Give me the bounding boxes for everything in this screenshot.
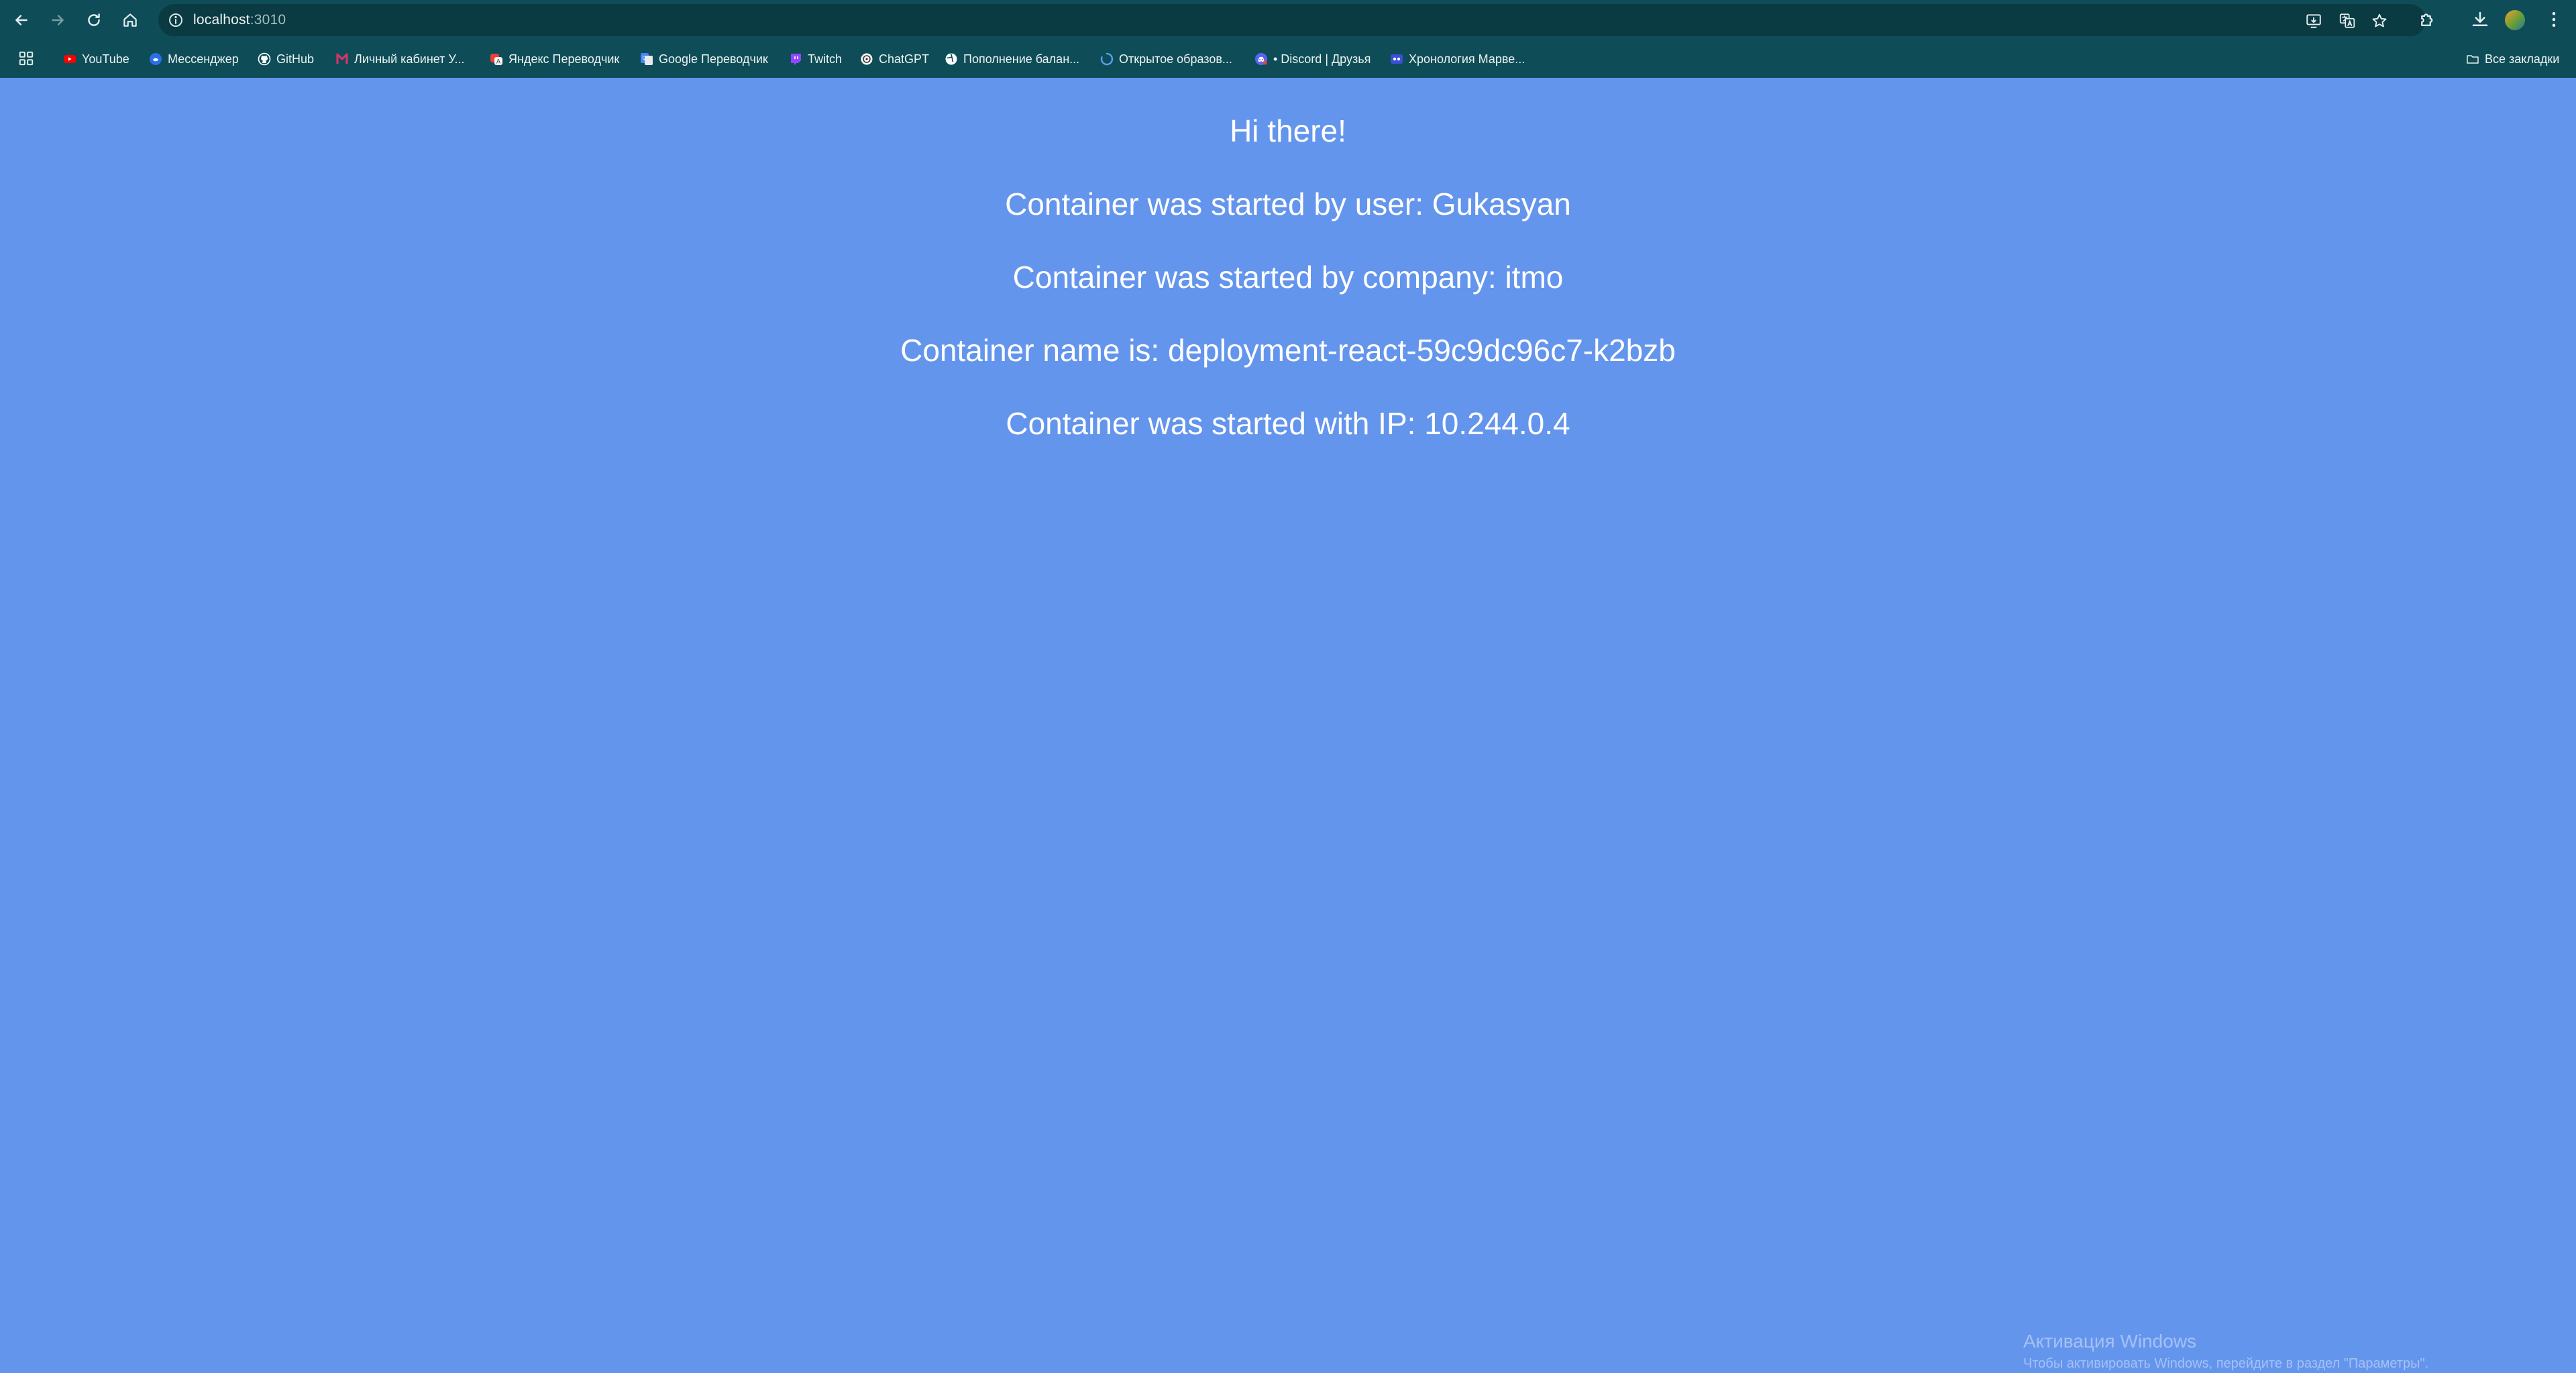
bookmark-discord[interactable]: • Discord | Друзья <box>1254 47 1371 71</box>
company-info-text: Container was started by company: itmo <box>1012 260 1564 295</box>
twitch-icon <box>789 52 802 66</box>
back-icon[interactable] <box>7 5 36 35</box>
bookmark-chatgpt[interactable]: ChatGPT <box>860 47 929 71</box>
user-info-text: Container was started by user: Gukasyan <box>1005 187 1571 221</box>
activation-subtitle: Чтобы активировать Windows, перейдите в … <box>2023 1356 2429 1371</box>
globe-icon <box>945 52 958 66</box>
bookmark-google-translate[interactable]: G Google Переводчик <box>640 47 768 71</box>
bookmark-youtube[interactable]: YouTube <box>63 47 129 71</box>
activation-title: Активация Windows <box>2023 1331 2197 1352</box>
folder-icon <box>2466 52 2479 66</box>
reload-icon[interactable] <box>79 5 109 35</box>
windows-activation-watermark: Активация Windows Чтобы активировать Win… <box>2023 1330 2428 1373</box>
bookmark-label: Google Переводчик <box>659 52 768 66</box>
yandex-translate-icon: A <box>490 52 503 66</box>
info-icon[interactable] <box>168 12 184 28</box>
address-bar[interactable]: localhost:3010 <box>158 4 2426 36</box>
bookmark-marvel[interactable]: Хронология Марве... <box>1390 47 1525 71</box>
forward-icon[interactable] <box>43 5 72 35</box>
bookmark-label: Хронология Марве... <box>1409 52 1525 66</box>
marvel-icon <box>1390 52 1403 66</box>
loading-icon <box>1100 52 1114 66</box>
translate-icon[interactable] <box>2339 12 2356 30</box>
avatar[interactable] <box>2505 10 2525 30</box>
bookmark-label: • Discord | Друзья <box>1273 52 1371 66</box>
bookmarks-bar: YouTube Мессенджер GitHub Личный кабинет… <box>0 40 2576 78</box>
all-bookmarks-label: Все закладки <box>2485 52 2560 66</box>
bookmark-label: Мессенджер <box>168 52 239 66</box>
menu-icon[interactable] <box>2544 9 2564 30</box>
bookmark-label: GitHub <box>276 52 315 66</box>
bookmark-label: Открытое образов... <box>1119 52 1232 66</box>
container-name-text: Container name is: deployment-react-59c9… <box>900 333 1676 368</box>
bookmark-label: ChatGPT <box>879 52 930 66</box>
bookmark-github[interactable]: GitHub <box>258 47 314 71</box>
svg-text:A: A <box>496 59 501 66</box>
cabinet-icon <box>335 52 349 66</box>
install-app-icon[interactable] <box>2305 12 2322 30</box>
chatgpt-icon <box>860 52 873 66</box>
all-bookmarks-button[interactable]: Все закладки <box>2466 47 2559 71</box>
youtube-icon <box>63 52 76 66</box>
url-text[interactable]: localhost:3010 <box>193 4 286 36</box>
bookmark-label: Яндекс Переводчик <box>508 52 620 66</box>
apps-icon[interactable] <box>17 50 35 67</box>
home-icon[interactable] <box>115 5 145 35</box>
messenger-icon <box>149 52 162 66</box>
bookmark-twitch[interactable]: Twitch <box>789 47 842 71</box>
star-icon[interactable] <box>2371 12 2388 30</box>
container-ip-text: Container was started with IP: 10.244.0.… <box>1006 406 1570 441</box>
page-content: Hi there! Container was started by user:… <box>0 78 2576 1371</box>
browser-toolbar: localhost:3010 <box>0 0 2576 40</box>
bookmark-messenger[interactable]: Мессенджер <box>149 47 239 71</box>
greeting-text: Hi there! <box>1230 113 1346 148</box>
bookmark-open-education[interactable]: Открытое образов... <box>1100 47 1232 71</box>
discord-icon <box>1254 52 1268 66</box>
github-icon <box>258 52 271 66</box>
bookmark-cabinet[interactable]: Личный кабинет У... <box>335 47 464 71</box>
bookmark-label: Twitch <box>808 52 843 66</box>
bookmark-label: Пополнение балан... <box>963 52 1080 66</box>
url-port: :3010 <box>250 12 286 28</box>
url-host: localhost <box>193 12 250 28</box>
bookmark-yandex-translate[interactable]: A Яндекс Переводчик <box>490 47 619 71</box>
download-icon[interactable] <box>2470 9 2490 30</box>
bookmark-label: YouTube <box>82 52 129 66</box>
bookmark-balance[interactable]: Пополнение балан... <box>945 47 1079 71</box>
extensions-icon[interactable] <box>2418 9 2438 30</box>
bookmark-label: Личный кабинет У... <box>354 52 465 66</box>
svg-text:G: G <box>642 55 646 61</box>
google-translate-icon: G <box>640 52 653 66</box>
